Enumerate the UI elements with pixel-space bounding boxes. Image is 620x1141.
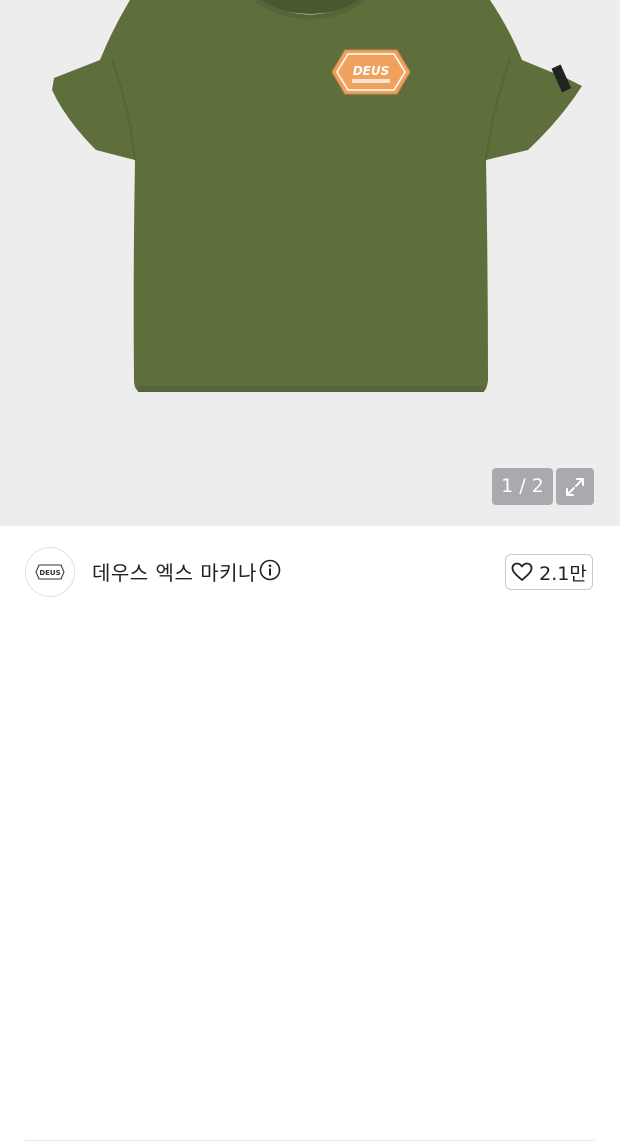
svg-text:DEUS: DEUS bbox=[353, 64, 390, 78]
info-icon[interactable] bbox=[259, 559, 281, 581]
product-image-carousel[interactable]: DEUS 1 / 2 bbox=[0, 0, 620, 526]
heart-icon bbox=[511, 562, 533, 581]
expand-image-button[interactable] bbox=[556, 468, 594, 505]
brand-logo[interactable]: DEUS bbox=[25, 547, 75, 597]
svg-text:DEUS: DEUS bbox=[39, 569, 60, 577]
product-image: DEUS bbox=[52, 0, 582, 392]
brand-row: DEUS 데우스 엑스 마키나 2.1만 bbox=[0, 526, 620, 1141]
brand-name[interactable]: 데우스 엑스 마키나 bbox=[92, 557, 257, 586]
brand-logo-mark: DEUS bbox=[35, 564, 65, 580]
like-count: 2.1만 bbox=[539, 562, 587, 585]
image-counter: 1 / 2 bbox=[492, 468, 553, 505]
expand-icon bbox=[566, 477, 584, 496]
like-button[interactable]: 2.1만 bbox=[505, 554, 593, 590]
